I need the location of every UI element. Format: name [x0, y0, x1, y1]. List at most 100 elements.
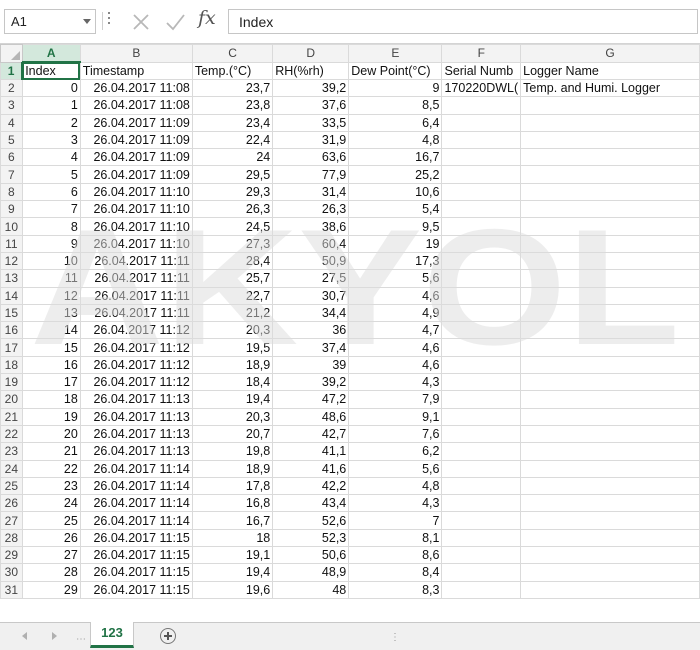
cell-dew-point[interactable]: 8,4	[348, 563, 443, 582]
cell-dew-point[interactable]: 4,6	[348, 338, 443, 357]
cell-serial[interactable]	[441, 442, 522, 461]
cell-rh[interactable]: 52,6	[272, 511, 350, 530]
cell-temp[interactable]: 29,3	[191, 182, 274, 202]
cell-temp[interactable]: 23,7	[191, 78, 274, 98]
cell-timestamp[interactable]: 26.04.2017 11:15	[79, 528, 193, 548]
cell-logger-name[interactable]	[520, 390, 700, 409]
cell-index[interactable]: 22	[21, 459, 81, 478]
cell-dew-point[interactable]: 4,3	[348, 373, 443, 392]
cell-dew-point[interactable]: 8,3	[348, 580, 443, 599]
cell-serial[interactable]	[441, 373, 522, 392]
row-header[interactable]: 15	[0, 303, 23, 323]
cell-temp[interactable]: 19,4	[191, 563, 274, 582]
cell-serial[interactable]	[441, 182, 522, 202]
row-header[interactable]: 20	[0, 390, 23, 409]
cell-temp[interactable]: 25,7	[191, 269, 274, 288]
column-header-c[interactable]: C	[191, 44, 274, 63]
cell-rh[interactable]: 63,6	[272, 148, 350, 167]
cell-logger-name[interactable]	[520, 96, 700, 115]
cell-dew-point[interactable]: 9,5	[348, 217, 443, 236]
cell-timestamp[interactable]: 26.04.2017 11:12	[79, 321, 193, 340]
cell-rh[interactable]: 77,9	[272, 165, 350, 184]
row-header[interactable]: 11	[0, 234, 23, 253]
cell-logger-name[interactable]	[520, 148, 700, 167]
cell-rh[interactable]: 48,9	[272, 563, 350, 582]
row-header[interactable]: 9	[0, 200, 23, 219]
cell-serial[interactable]	[441, 200, 522, 219]
cell-rh[interactable]: 60,4	[272, 234, 350, 253]
cell-index[interactable]: 24	[21, 494, 81, 513]
cell-rh[interactable]: 48,6	[272, 407, 350, 426]
cell-timestamp[interactable]: 26.04.2017 11:09	[79, 130, 193, 150]
column-header-f[interactable]: F	[441, 44, 522, 63]
cell-logger-name[interactable]	[520, 200, 700, 219]
row-header[interactable]: 2	[0, 78, 23, 98]
cell-dew-point[interactable]: 6,4	[348, 113, 443, 132]
row-header[interactable]: 31	[0, 580, 23, 599]
cell-temp[interactable]: 19,8	[191, 442, 274, 461]
row-header[interactable]: 5	[0, 130, 23, 150]
row-header[interactable]: 14	[0, 286, 23, 305]
cell-index[interactable]: 1	[21, 96, 81, 115]
cell-rh[interactable]: 36	[272, 321, 350, 340]
cell-timestamp[interactable]: 26.04.2017 11:15	[79, 580, 193, 599]
column-header-g[interactable]: G	[520, 44, 700, 63]
cell-timestamp[interactable]: 26.04.2017 11:11	[79, 303, 193, 323]
cell-dew-point[interactable]: 9	[348, 78, 443, 98]
cell-rh[interactable]: 50,9	[272, 251, 350, 271]
cell-timestamp[interactable]: 26.04.2017 11:10	[79, 217, 193, 236]
cell-serial[interactable]	[441, 148, 522, 167]
cell-timestamp[interactable]: 26.04.2017 11:14	[79, 476, 193, 496]
insert-function-icon[interactable]: fx	[198, 7, 216, 29]
row-header[interactable]: 12	[0, 251, 23, 271]
cell-rh[interactable]: 31,9	[272, 130, 350, 150]
cell-index[interactable]: 9	[21, 234, 81, 253]
cell-logger-name[interactable]	[520, 442, 700, 461]
cell-serial[interactable]	[441, 165, 522, 184]
row-header[interactable]: 16	[0, 321, 23, 340]
cell-logger-name[interactable]: Temp. and Humi. Logger	[520, 78, 700, 98]
cell-index[interactable]: 13	[21, 303, 81, 323]
cell-timestamp[interactable]: 26.04.2017 11:14	[79, 511, 193, 530]
cell-temp[interactable]: 19,6	[191, 580, 274, 599]
cell-temp[interactable]: 16,7	[191, 511, 274, 530]
cell-logger-name[interactable]	[520, 528, 700, 548]
cell-dew-point[interactable]: 5,6	[348, 459, 443, 478]
cell-logger-name[interactable]	[520, 269, 700, 288]
cell-serial[interactable]	[441, 511, 522, 530]
cell-temp[interactable]: 17,8	[191, 476, 274, 496]
cell-dew-point[interactable]: 4,9	[348, 303, 443, 323]
cell-d1[interactable]: RH(%rh)	[272, 61, 350, 80]
cell-timestamp[interactable]: 26.04.2017 11:13	[79, 390, 193, 409]
cell-serial[interactable]	[441, 407, 522, 426]
cell-timestamp[interactable]: 26.04.2017 11:11	[79, 269, 193, 288]
cell-temp[interactable]: 23,4	[191, 113, 274, 132]
cell-rh[interactable]: 37,6	[272, 96, 350, 115]
cell-rh[interactable]: 38,6	[272, 217, 350, 236]
cell-temp[interactable]: 19,1	[191, 546, 274, 565]
cell-rh[interactable]: 39	[272, 355, 350, 375]
row-header[interactable]: 4	[0, 113, 23, 132]
cell-temp[interactable]: 28,4	[191, 251, 274, 271]
row-header[interactable]: 24	[0, 459, 23, 478]
cell-serial[interactable]	[441, 96, 522, 115]
cell-serial[interactable]: 170220DWL(	[441, 78, 522, 98]
cell-rh[interactable]: 39,2	[272, 373, 350, 392]
cell-temp[interactable]: 19,4	[191, 390, 274, 409]
cell-serial[interactable]	[441, 580, 522, 599]
formula-input[interactable]: Index	[228, 9, 698, 34]
cell-temp[interactable]: 20,3	[191, 321, 274, 340]
cell-rh[interactable]: 41,6	[272, 459, 350, 478]
cell-logger-name[interactable]	[520, 338, 700, 357]
cell-rh[interactable]: 48	[272, 580, 350, 599]
cell-timestamp[interactable]: 26.04.2017 11:09	[79, 148, 193, 167]
chevron-right-icon[interactable]	[52, 632, 57, 640]
cell-serial[interactable]	[441, 269, 522, 288]
cell-dew-point[interactable]: 19	[348, 234, 443, 253]
cell-rh[interactable]: 37,4	[272, 338, 350, 357]
cell-index[interactable]: 14	[21, 321, 81, 340]
cell-timestamp[interactable]: 26.04.2017 11:14	[79, 494, 193, 513]
cell-logger-name[interactable]	[520, 476, 700, 496]
cell-temp[interactable]: 18,9	[191, 355, 274, 375]
cell-rh[interactable]: 27,5	[272, 269, 350, 288]
